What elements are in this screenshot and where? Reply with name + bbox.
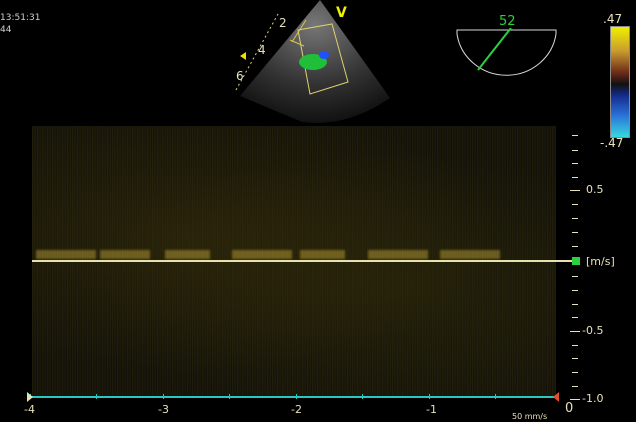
zero-baseline[interactable] bbox=[32, 260, 576, 262]
sweep-speed: 50 mm/s bbox=[512, 412, 547, 421]
scale-top-label: .47 bbox=[603, 12, 622, 26]
angle-value: 52 bbox=[499, 14, 516, 29]
orientation-marker: V bbox=[336, 5, 347, 21]
spectral-signal bbox=[368, 250, 428, 259]
spectral-signal bbox=[100, 250, 150, 259]
time-axis bbox=[30, 396, 558, 398]
time-label--3: -3 bbox=[158, 403, 169, 416]
time-label-0: 0 bbox=[565, 401, 573, 416]
spectral-signal bbox=[440, 250, 500, 259]
clock-time: 13:51:31 bbox=[0, 13, 40, 23]
timeline-cursor-icon[interactable] bbox=[553, 392, 559, 402]
frame-number: 44 bbox=[0, 25, 11, 35]
scale-bottom-label: -.47 bbox=[600, 136, 623, 150]
spectral-signal bbox=[36, 250, 96, 259]
spectral-signal bbox=[232, 250, 292, 259]
spectral-signal bbox=[165, 250, 210, 259]
angle-needle bbox=[478, 28, 511, 70]
focus-marker-icon bbox=[240, 52, 246, 60]
velocity-unit: [m/s] bbox=[586, 255, 615, 268]
depth-mark-4: 4 bbox=[258, 43, 266, 57]
baseline-handle[interactable] bbox=[572, 257, 580, 265]
color-velocity-scale bbox=[610, 26, 630, 138]
velocity-label-0.5: 0.5 bbox=[586, 183, 604, 196]
depth-mark-6: 6 bbox=[236, 69, 244, 83]
time-label--2: -2 bbox=[291, 403, 302, 416]
doppler-spectrum[interactable] bbox=[32, 126, 556, 398]
color-flow-blue bbox=[319, 51, 329, 59]
velocity-label--0.5: -0.5 bbox=[582, 324, 603, 337]
angle-indicator bbox=[456, 28, 558, 80]
time-label--1: -1 bbox=[426, 403, 437, 416]
timeline-start-marker-icon bbox=[27, 392, 33, 402]
time-label--4: -4 bbox=[24, 403, 35, 416]
spectral-signal bbox=[300, 250, 345, 259]
velocity-label--1.0: -1.0 bbox=[582, 392, 603, 405]
depth-mark-2: 2 bbox=[279, 16, 287, 30]
color-doppler-sector bbox=[228, 0, 398, 128]
